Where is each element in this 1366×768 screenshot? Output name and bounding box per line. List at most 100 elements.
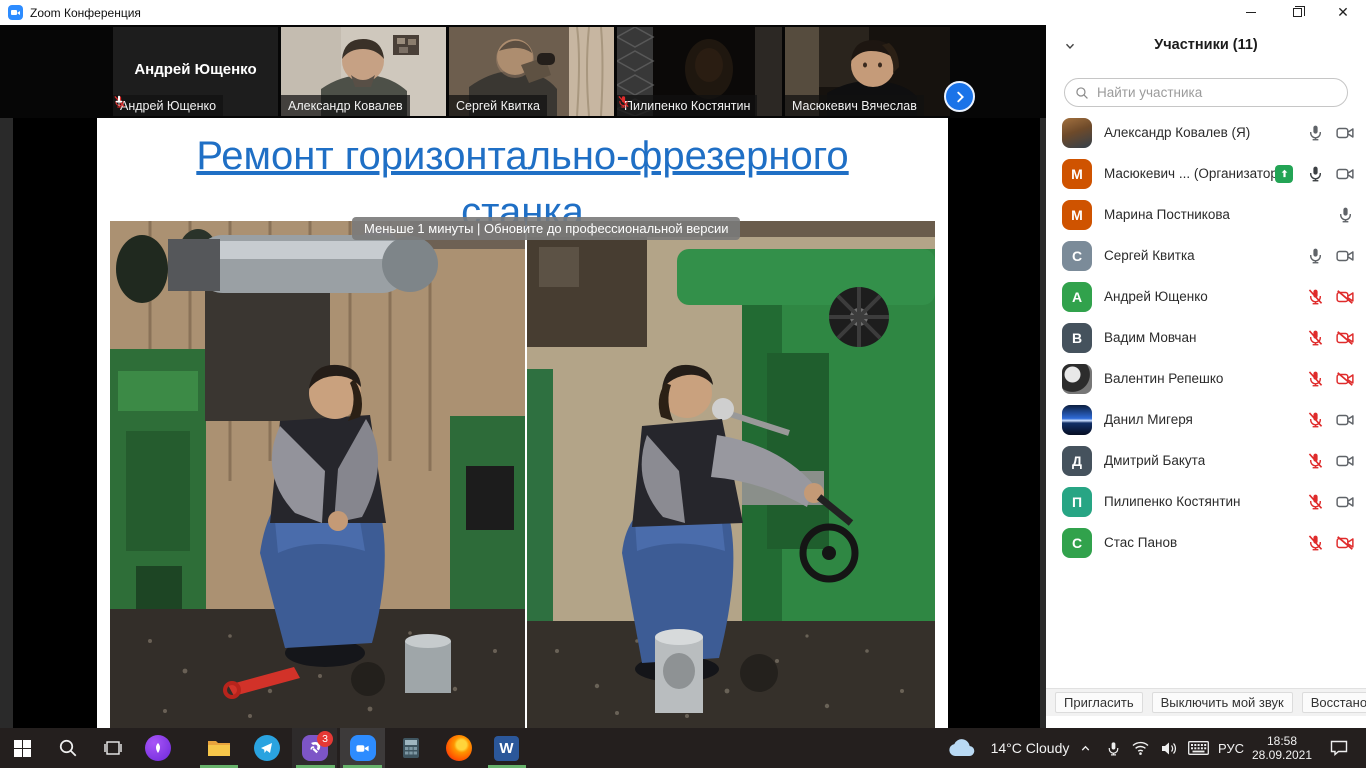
tray-microphone-icon[interactable] [1100, 728, 1126, 768]
video-thumbnail-active-speaker[interactable]: Масюкевич Вячеслав [785, 27, 950, 116]
telegram-button[interactable] [244, 728, 289, 768]
participants-list: Александр Ковалев (Я) М Масюкевич ... (О… [1046, 112, 1366, 563]
presentation-slide: Ремонт горизонтально-фрезерного станка [97, 118, 948, 728]
mic-on-icon [1337, 206, 1354, 223]
mic-muted-icon [1307, 534, 1324, 551]
window-titlebar: Zoom Конференция ✕ [0, 0, 1366, 25]
participant-row[interactable]: М Масюкевич ... (Организатор) [1046, 153, 1366, 194]
participant-name: Дмитрий Бакута [1104, 453, 1206, 468]
participant-row[interactable]: Данил Мигеря [1046, 399, 1366, 440]
thumbnail-label: Пилипенко Костянтин [624, 98, 751, 113]
participant-name: Масюкевич ... (Организатор) [1104, 166, 1275, 181]
mic-on-icon [1307, 124, 1324, 141]
participants-title: Участники (11) [1154, 37, 1258, 53]
participant-row[interactable]: С Сергей Квитка [1046, 235, 1366, 276]
search-icon [1075, 86, 1089, 100]
avatar [1062, 117, 1092, 148]
viber-button[interactable]: 3 [292, 728, 337, 768]
video-thumbnail[interactable]: Андрей Ющенко Андрей Ющенко [113, 27, 278, 116]
avatar: М [1062, 158, 1092, 189]
avatar [1062, 363, 1092, 394]
participant-name: Пилипенко Костянтин [1104, 494, 1241, 509]
avatar: П [1062, 486, 1092, 517]
touch-keyboard-icon[interactable] [1183, 728, 1213, 768]
weather-text[interactable]: 14°C Cloudy [980, 728, 1080, 768]
action-center-icon[interactable] [1322, 728, 1356, 768]
participant-name: Данил Мигеря [1104, 412, 1193, 427]
camera-off-icon [1336, 370, 1354, 388]
restore-status-button[interactable]: Восстановить стат [1301, 692, 1366, 713]
file-explorer-button[interactable] [196, 728, 241, 768]
shared-screen-view: Меньше 1 минуты | Обновите до профессион… [0, 118, 1046, 728]
close-button[interactable]: ✕ [1320, 0, 1366, 25]
camera-on-icon [1336, 411, 1354, 429]
participant-name: Валентин Репешко [1104, 371, 1224, 386]
participant-row[interactable]: М Марина Постникова [1046, 194, 1366, 235]
participant-name: Александр Ковалев (Я) [1104, 125, 1251, 140]
weather-icon[interactable] [944, 728, 978, 768]
yandex-alice-button[interactable] [135, 728, 180, 768]
participants-footer: Пригласить Выключить мой звук Восстанови… [1046, 688, 1366, 716]
screen-sharing-badge [1275, 164, 1293, 183]
taskbar: 3 W 14°C Cloudy РУС 18:58 28.09.2021 [0, 728, 1366, 768]
participant-name: Марина Постникова [1104, 207, 1230, 222]
slide-photo-left [110, 221, 525, 728]
participant-row[interactable]: А Андрей Ющенко [1046, 276, 1366, 317]
clock[interactable]: 18:58 28.09.2021 [1248, 728, 1316, 768]
avatar: М [1062, 199, 1092, 230]
task-view-button[interactable] [90, 728, 135, 768]
thumbnail-label: Сергей Квитка [456, 98, 540, 113]
participant-row[interactable]: С Стас Панов [1046, 522, 1366, 563]
word-button[interactable]: W [484, 728, 529, 768]
desktop: Zoom Конференция ✕ Андрей Ющенко Андрей … [0, 0, 1366, 768]
participant-row[interactable]: П Пилипенко Костянтин [1046, 481, 1366, 522]
firefox-button[interactable] [436, 728, 481, 768]
mic-muted-icon [617, 95, 630, 108]
mic-muted-icon [1307, 329, 1324, 346]
tray-overflow-chevron[interactable] [1072, 728, 1098, 768]
video-thumbnail[interactable]: Сергей Квитка [449, 27, 614, 116]
search-participant-box[interactable] [1064, 78, 1348, 107]
participant-row[interactable]: Валентин Репешко [1046, 358, 1366, 399]
participant-row[interactable]: Д Дмитрий Бакута [1046, 440, 1366, 481]
thumbnail-center-name: Андрей Ющенко [134, 61, 257, 78]
avatar: С [1062, 527, 1092, 558]
video-thumbnail[interactable]: Александр Ковалев [281, 27, 446, 116]
thumbnail-label: Масюкевич Вячеслав [792, 98, 917, 113]
free-meeting-tooltip: Меньше 1 минуты | Обновите до профессион… [352, 217, 741, 240]
wifi-icon[interactable] [1127, 728, 1154, 768]
start-button[interactable] [0, 728, 45, 768]
slide-photo-right [527, 221, 935, 728]
language-indicator[interactable]: РУС [1213, 728, 1249, 768]
camera-on-icon [1336, 452, 1354, 470]
minimize-button[interactable] [1228, 0, 1274, 25]
zoom-button[interactable] [340, 728, 385, 768]
avatar [1062, 404, 1092, 435]
mic-muted-icon [1307, 288, 1324, 305]
pin-icon [113, 95, 125, 107]
mic-on-icon [1307, 247, 1324, 264]
invite-button[interactable]: Пригласить [1055, 692, 1143, 713]
restore-button[interactable] [1274, 0, 1320, 25]
camera-off-icon [1336, 534, 1354, 552]
participants-panel: Участники (11) Александр Ковалев (Я) М М… [1046, 25, 1366, 728]
calculator-button[interactable] [388, 728, 433, 768]
mic-muted-icon [1307, 452, 1324, 469]
camera-off-icon [1336, 288, 1354, 306]
search-participant-input[interactable] [1095, 84, 1337, 101]
participant-name: Вадим Мовчан [1104, 330, 1197, 345]
camera-on-icon [1336, 493, 1354, 511]
zoom-app-icon [8, 5, 23, 20]
video-thumbnail[interactable]: Пилипенко Костянтин [617, 27, 782, 116]
mute-my-audio-button[interactable]: Выключить мой звук [1151, 692, 1293, 713]
participant-name: Андрей Ющенко [1104, 289, 1208, 304]
taskbar-search-button[interactable] [45, 728, 90, 768]
window-title: Zoom Конференция [30, 5, 141, 20]
participant-row[interactable]: Александр Ковалев (Я) [1046, 112, 1366, 153]
volume-icon[interactable] [1155, 728, 1182, 768]
thumbnail-label: Александр Ковалев [288, 98, 403, 113]
avatar: А [1062, 281, 1092, 312]
video-strip: Андрей Ющенко Андрей Ющенко Александр Ко… [0, 25, 1046, 118]
next-participants-button[interactable] [944, 81, 975, 112]
participant-row[interactable]: В Вадим Мовчан [1046, 317, 1366, 358]
